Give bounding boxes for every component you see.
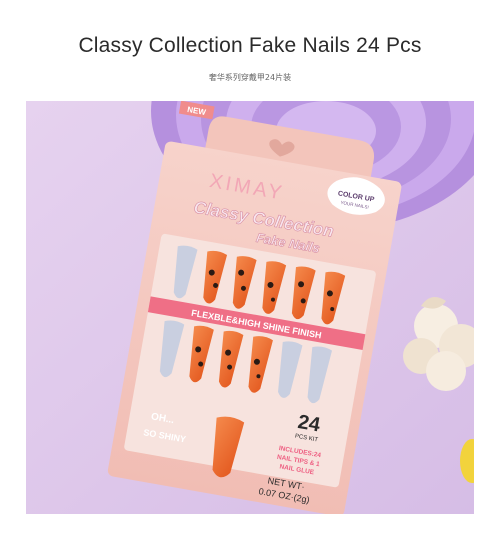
product-photo-svg: NEW XIMAY COLOR UP YOUR NAILS! Classy Co… [26,101,474,514]
page-title: Classy Collection Fake Nails 24 Pcs [78,34,422,57]
product-photo: NEW XIMAY COLOR UP YOUR NAILS! Classy Co… [26,101,474,514]
page-subtitle: 奢华系列穿戴甲24片装 [208,73,292,82]
